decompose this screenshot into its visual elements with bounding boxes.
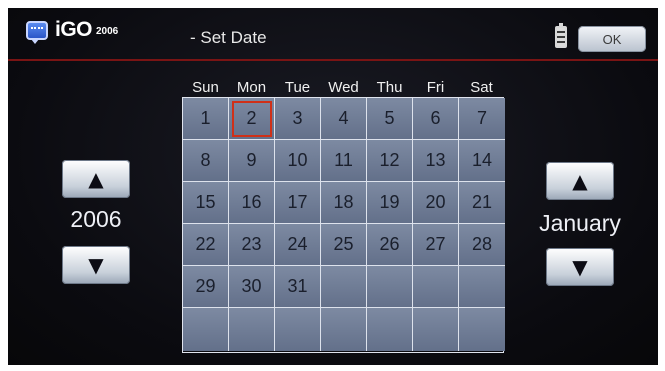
header-bar: iGO 2006 - Set Date OK: [8, 8, 658, 60]
calendar-day-4[interactable]: 4: [321, 98, 367, 140]
arrow-up-icon: ▲: [572, 169, 588, 193]
calendar-empty-cell: [413, 308, 459, 351]
calendar-empty-cell: [275, 308, 321, 351]
calendar-day-25[interactable]: 25: [321, 224, 367, 266]
app-version: 2006: [96, 26, 119, 37]
arrow-down-icon: ▼: [88, 253, 104, 277]
calendar-empty-cell: [459, 308, 505, 351]
calendar-day-7[interactable]: 7: [459, 98, 505, 140]
calendar-day-15[interactable]: 15: [183, 182, 229, 224]
calendar-day-14[interactable]: 14: [459, 140, 505, 182]
calendar-day-19[interactable]: 19: [367, 182, 413, 224]
calendar-day-3[interactable]: 3: [275, 98, 321, 140]
calendar-day-13[interactable]: 13: [413, 140, 459, 182]
calendar-empty-cell: [229, 308, 275, 351]
header-divider: [8, 59, 658, 61]
month-up-button[interactable]: ▲: [546, 162, 614, 200]
calendar-day-31[interactable]: 31: [275, 266, 321, 308]
calendar-grid: 1 2 3 4 5 6 7 8 9 10 11 12 13 14 15 16 1…: [182, 97, 505, 353]
calendar-day-22[interactable]: 22: [183, 224, 229, 266]
calendar-empty-cell: [413, 266, 459, 308]
calendar-day-24[interactable]: 24: [275, 224, 321, 266]
calendar-day-30[interactable]: 30: [229, 266, 275, 308]
calendar-empty-cell: [367, 308, 413, 351]
day-header-mon: Mon: [236, 79, 267, 96]
calendar-empty-cell: [183, 308, 229, 351]
day-header-tue: Tue: [284, 79, 311, 96]
calendar-day-18[interactable]: 18: [321, 182, 367, 224]
battery-icon: [555, 23, 567, 48]
calendar-empty-cell: [321, 266, 367, 308]
calendar-day-17[interactable]: 17: [275, 182, 321, 224]
calendar-day-6[interactable]: 6: [413, 98, 459, 140]
calendar-day-5[interactable]: 5: [367, 98, 413, 140]
day-header-thu: Thu: [376, 79, 403, 96]
calendar-day-26[interactable]: 26: [367, 224, 413, 266]
year-value: 2006: [70, 206, 122, 232]
calendar-day-10[interactable]: 10: [275, 140, 321, 182]
chat-bubble-icon: [26, 21, 48, 44]
calendar-day-21[interactable]: 21: [459, 182, 505, 224]
calendar-empty-cell: [321, 308, 367, 351]
calendar-day-11[interactable]: 11: [321, 140, 367, 182]
calendar-day-23[interactable]: 23: [229, 224, 275, 266]
calendar-day-12[interactable]: 12: [367, 140, 413, 182]
calendar-empty-cell: [367, 266, 413, 308]
device-screen: iGO 2006 - Set Date OK Sun Mon Tue Wed T…: [8, 8, 658, 365]
month-down-button[interactable]: ▼: [546, 248, 614, 286]
year-up-button[interactable]: ▲: [62, 160, 130, 198]
month-value: January: [539, 210, 621, 236]
calendar-day-29[interactable]: 29: [183, 266, 229, 308]
calendar-day-9[interactable]: 9: [229, 140, 275, 182]
calendar-day-20[interactable]: 20: [413, 182, 459, 224]
calendar-day-28[interactable]: 28: [459, 224, 505, 266]
day-header-sun: Sun: [192, 79, 219, 96]
page-title: - Set Date: [190, 28, 267, 47]
calendar-day-2-selected[interactable]: 2: [229, 98, 275, 140]
day-header-sat: Sat: [470, 79, 493, 96]
day-header-wed: Wed: [328, 79, 359, 96]
calendar-day-16[interactable]: 16: [229, 182, 275, 224]
app-name: iGO: [55, 18, 93, 41]
ok-button[interactable]: OK: [578, 26, 646, 52]
arrow-down-icon: ▼: [572, 255, 588, 279]
calendar-day-27[interactable]: 27: [413, 224, 459, 266]
calendar-day-1[interactable]: 1: [183, 98, 229, 140]
year-down-button[interactable]: ▼: [62, 246, 130, 284]
day-header-fri: Fri: [426, 79, 445, 96]
arrow-up-icon: ▲: [88, 167, 104, 191]
calendar-empty-cell: [459, 266, 505, 308]
calendar-day-8[interactable]: 8: [183, 140, 229, 182]
